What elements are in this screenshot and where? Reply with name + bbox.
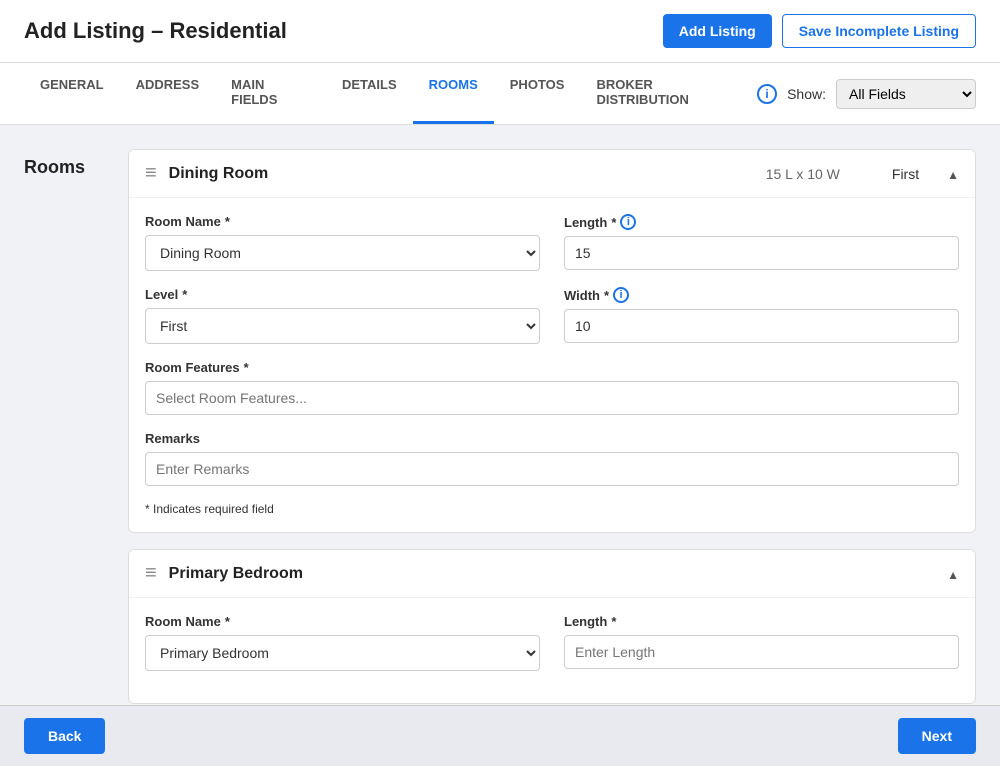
room-card-primary-bedroom: Primary Bedroom Room Name * Primary B [128,549,976,704]
drag-handle-primary-bedroom[interactable] [145,562,157,585]
dining-room-name: Dining Room [169,165,754,183]
header: Add Listing – Residential Add Listing Sa… [0,0,1000,63]
chevron-up-icon [947,163,959,184]
info-icon[interactable]: i [757,84,777,104]
remarks-input[interactable] [145,452,959,486]
length-input[interactable] [564,236,959,270]
dining-room-width-group: Width * i [564,287,959,344]
dining-room-length-group: Length * i [564,214,959,271]
dining-room-row-4: Remarks [145,431,959,486]
primary-room-name-label: Room Name * [145,614,540,629]
dining-room-body: Room Name * Dining Room Length * i [129,198,975,532]
drag-handle-dining-room[interactable] [145,162,157,185]
header-buttons: Add Listing Save Incomplete Listing [663,14,976,48]
room-features-group: Room Features * [145,360,959,415]
room-features-label: Room Features * [145,360,959,375]
width-input[interactable] [564,309,959,343]
primary-bedroom-name: Primary Bedroom [169,565,855,583]
dining-room-row-3: Room Features * [145,360,959,415]
room-name-label: Room Name * [145,214,540,229]
required-star-pb-name: * [225,614,230,629]
dining-room-level-group: Level * First [145,287,540,344]
tab-details[interactable]: DETAILS [326,63,413,124]
length-label: Length * i [564,214,959,230]
tab-main-fields[interactable]: MAIN FIELDS [215,63,326,124]
collapse-primary-bedroom-button[interactable] [947,563,959,584]
add-listing-button[interactable]: Add Listing [663,14,772,48]
primary-bedroom-body: Room Name * Primary Bedroom Length * [129,598,975,703]
dining-room-level: First [892,166,919,182]
length-info-icon[interactable]: i [620,214,636,230]
dining-room-name-group: Room Name * Dining Room [145,214,540,271]
primary-bedroom-name-group: Room Name * Primary Bedroom [145,614,540,671]
width-info-icon[interactable]: i [613,287,629,303]
tab-rooms[interactable]: ROOMS [413,63,494,124]
show-label: Show: [787,86,826,102]
dining-room-dims: 15 L x 10 W [766,166,840,182]
required-star-level: * [182,287,187,302]
nav-tabs-right: i Show: All Fields [757,79,976,109]
primary-bedroom-length-group: Length * [564,614,959,671]
main-content: Rooms Dining Room 15 L x 10 W First Room… [0,125,1000,728]
width-label: Width * i [564,287,959,303]
next-button[interactable]: Next [898,718,976,754]
footer: Back Next [0,705,1000,766]
primary-bedroom-header: Primary Bedroom [129,550,975,598]
chevron-up-icon-2 [947,563,959,584]
back-button[interactable]: Back [24,718,105,754]
required-star-name: * [225,214,230,229]
tab-address[interactable]: ADDRESS [120,63,216,124]
tab-broker-distribution[interactable]: BROKER DISTRIBUTION [580,63,757,124]
dining-room-row-2: Level * First Width * i [145,287,959,344]
required-star-length: * [611,215,616,230]
nav-tabs: GENERAL ADDRESS MAIN FIELDS DETAILS ROOM… [0,63,1000,125]
primary-length-input[interactable] [564,635,959,669]
nav-tabs-left: GENERAL ADDRESS MAIN FIELDS DETAILS ROOM… [24,63,757,124]
level-select[interactable]: First [145,308,540,344]
level-label: Level * [145,287,540,302]
required-star-width: * [604,288,609,303]
sidebar-rooms-label: Rooms [24,149,104,704]
primary-room-name-select[interactable]: Primary Bedroom [145,635,540,671]
tab-general[interactable]: GENERAL [24,63,120,124]
rooms-container: Dining Room 15 L x 10 W First Room Name … [128,149,976,704]
required-star-features: * [244,360,249,375]
room-card-dining-room: Dining Room 15 L x 10 W First Room Name … [128,149,976,533]
primary-length-label: Length * [564,614,959,629]
show-select[interactable]: All Fields [836,79,976,109]
room-name-select[interactable]: Dining Room [145,235,540,271]
save-incomplete-button[interactable]: Save Incomplete Listing [782,14,976,48]
room-features-input[interactable] [145,381,959,415]
tab-photos[interactable]: PHOTOS [494,63,581,124]
dining-room-header: Dining Room 15 L x 10 W First [129,150,975,198]
dining-room-row-1: Room Name * Dining Room Length * i [145,214,959,271]
remarks-label: Remarks [145,431,959,446]
required-star-pb-length: * [611,614,616,629]
remarks-group: Remarks [145,431,959,486]
required-note: * Indicates required field [145,502,959,516]
primary-bedroom-row-1: Room Name * Primary Bedroom Length * [145,614,959,671]
page-title: Add Listing – Residential [24,18,287,44]
collapse-dining-room-button[interactable] [947,163,959,184]
